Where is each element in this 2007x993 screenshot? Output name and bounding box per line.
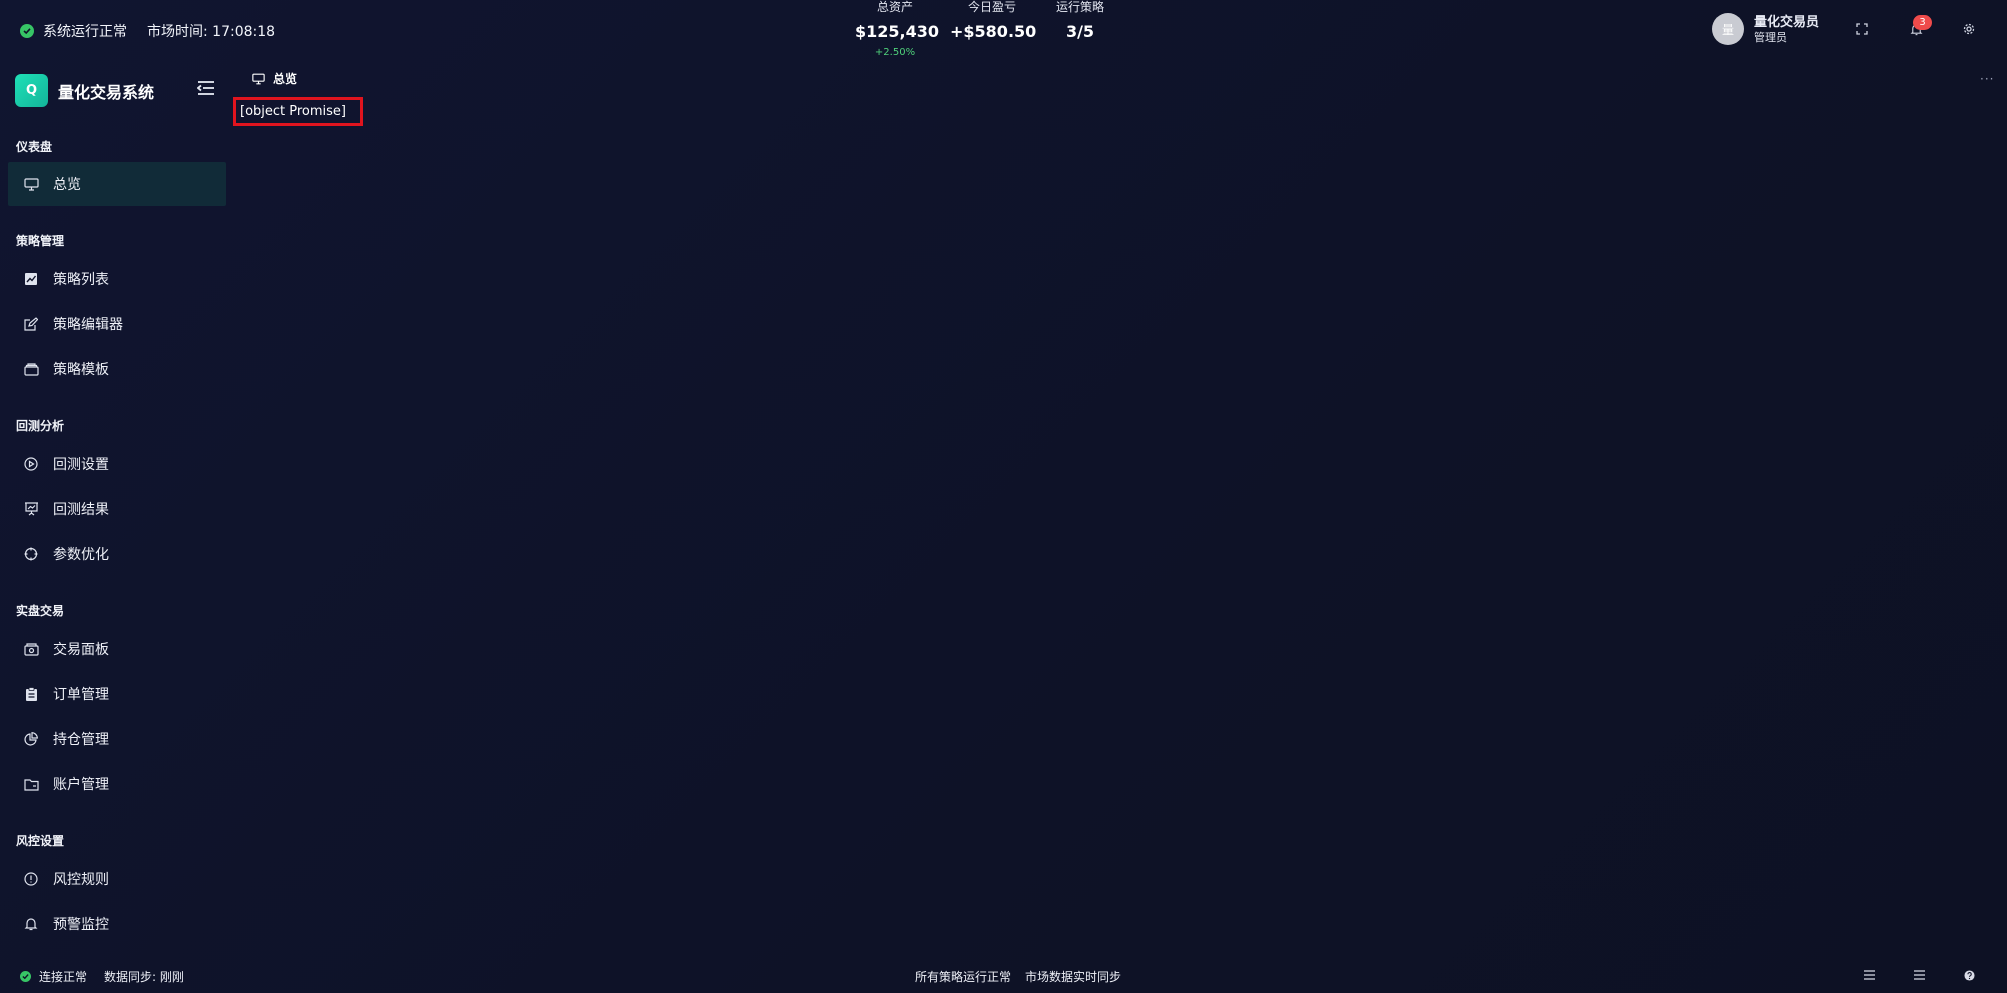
- sidebar: Q 量化交易系统 仪表盘 总览 策略管理 策略列表 策略编辑器 策略模板 回测分…: [0, 60, 232, 950]
- today-pnl-stat: 今日盈亏 +$580.50: [950, 0, 1037, 42]
- sidebar-item-label: 预警监控: [53, 917, 109, 933]
- sidebar-item-strategy-list[interactable]: 策略列表: [8, 257, 226, 301]
- presentation-icon: [22, 500, 40, 518]
- sidebar-item-label: 交易面板: [53, 642, 109, 658]
- sidebar-item-position-management[interactable]: 持仓管理: [8, 717, 226, 761]
- help-icon[interactable]: [1962, 968, 1976, 982]
- breadcrumb: 总览: [252, 70, 297, 87]
- total-assets-label: 总资产: [876, 0, 913, 14]
- sidebar-item-overview[interactable]: 总览: [8, 162, 226, 206]
- running-strategies-stat: 运行策略 3/5: [1048, 0, 1112, 42]
- system-status: 系统运行正常 市场时间: 17:08:18: [20, 21, 275, 41]
- today-pnl-label: 今日盈亏: [967, 0, 1016, 14]
- sidebar-item-label: 策略模板: [53, 362, 109, 378]
- user-menu[interactable]: 量 量化交易员 管理员: [1712, 13, 1819, 45]
- fullscreen-icon[interactable]: [1854, 21, 1870, 37]
- sidebar-item-label: 账户管理: [53, 777, 109, 793]
- group-title-dashboard: 仪表盘: [16, 140, 53, 154]
- app-root: 系统运行正常 市场时间: 17:08:18 总资产 $125,430 +2.50…: [0, 0, 2007, 993]
- data-sync-status: 数据同步: 刚刚: [104, 970, 184, 984]
- total-assets-value: $125,430: [855, 22, 940, 41]
- market-time: 市场时间: 17:08:18: [147, 24, 276, 40]
- status-bar: 连接正常 数据同步: 刚刚 所有策略运行正常 市场数据实时同步: [0, 964, 2007, 988]
- chart-icon: [22, 270, 40, 288]
- sidebar-item-label: 风控规则: [53, 872, 109, 888]
- sidebar-item-strategy-template[interactable]: 策略模板: [8, 347, 226, 391]
- user-name: 量化交易员: [1754, 14, 1820, 30]
- today-pnl-value: +$580.50: [950, 22, 1037, 41]
- connection-status: 连接正常: [39, 970, 88, 984]
- sidebar-item-label: 总览: [53, 177, 81, 193]
- wallet-icon: [22, 640, 40, 658]
- total-assets-stat: 总资产 $125,430 +2.50%: [855, 0, 940, 59]
- sidebar-item-label: 参数优化: [53, 547, 109, 563]
- logo: Q: [15, 74, 48, 107]
- folder-open-icon: [22, 775, 40, 793]
- sidebar-item-backtest-settings[interactable]: 回测设置: [8, 442, 226, 486]
- group-title-risk-control: 风控设置: [16, 834, 65, 848]
- user-role: 管理员: [1754, 30, 1787, 44]
- group-title-live-trading: 实盘交易: [16, 604, 65, 618]
- total-assets-change: +2.50%: [874, 47, 916, 58]
- sidebar-item-alert-monitor[interactable]: 预警监控: [8, 902, 226, 946]
- target-icon: [22, 545, 40, 563]
- pie-chart-icon: [22, 730, 40, 748]
- running-strategies-value: 3/5: [1065, 22, 1095, 41]
- clipboard-icon: [22, 685, 40, 703]
- sidebar-item-label: 回测设置: [53, 457, 109, 473]
- strategies-status: 所有策略运行正常: [915, 970, 1012, 984]
- sidebar-item-label: 持仓管理: [53, 732, 109, 748]
- monitor-icon: [22, 175, 40, 193]
- sidebar-item-label: 策略列表: [53, 272, 109, 288]
- avatar[interactable]: 量: [1712, 13, 1744, 45]
- breadcrumb-label: 总览: [273, 72, 298, 86]
- sidebar-item-backtest-results[interactable]: 回测结果: [8, 487, 226, 531]
- brand-title: 量化交易系统: [58, 82, 155, 102]
- group-title-strategy: 策略管理: [16, 234, 65, 248]
- top-bar: 系统运行正常 市场时间: 17:08:18 总资产 $125,430 +2.50…: [0, 0, 2007, 60]
- notification-badge: 3: [1913, 15, 1932, 30]
- more-icon[interactable]: ···: [1980, 72, 1994, 86]
- bell-icon: [22, 915, 40, 933]
- menu-icon[interactable]: [1912, 968, 1926, 982]
- sidebar-item-label: 订单管理: [53, 687, 109, 703]
- system-status-text: 系统运行正常: [43, 24, 127, 40]
- menu-collapse-icon[interactable]: [196, 80, 215, 96]
- folder-icon: [22, 360, 40, 378]
- sidebar-item-trading-panel[interactable]: 交易面板: [8, 627, 226, 671]
- sidebar-item-order-management[interactable]: 订单管理: [8, 672, 226, 716]
- brand[interactable]: Q 量化交易系统: [15, 74, 154, 107]
- sidebar-item-account-management[interactable]: 账户管理: [8, 762, 226, 806]
- edit-icon: [22, 315, 40, 333]
- sidebar-item-label: 回测结果: [53, 502, 109, 518]
- check-circle-icon: [20, 971, 31, 982]
- play-circle-icon: [22, 455, 40, 473]
- check-circle-icon: [20, 24, 34, 38]
- running-strategies-label: 运行策略: [1055, 0, 1104, 14]
- list-icon[interactable]: [1862, 968, 1876, 982]
- sidebar-item-param-optimization[interactable]: 参数优化: [8, 532, 226, 576]
- page-body-text: [object Promise]: [233, 97, 363, 126]
- gear-icon[interactable]: [1961, 21, 1977, 37]
- market-sync-status: 市场数据实时同步: [1025, 970, 1122, 984]
- sidebar-item-risk-rules[interactable]: 风控规则: [8, 857, 226, 901]
- warning-circle-icon: [22, 870, 40, 888]
- monitor-icon: [252, 73, 265, 85]
- sidebar-item-strategy-editor[interactable]: 策略编辑器: [8, 302, 226, 346]
- group-title-backtest: 回测分析: [16, 419, 65, 433]
- sidebar-item-label: 策略编辑器: [53, 317, 123, 333]
